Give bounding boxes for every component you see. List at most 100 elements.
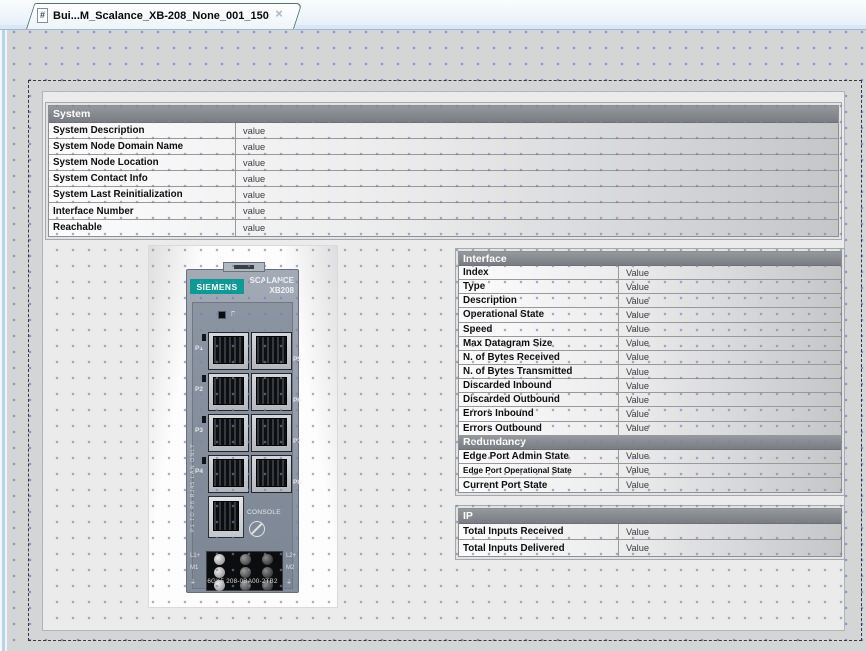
rj45-port xyxy=(208,332,249,370)
row-label: Interface Number xyxy=(49,203,236,218)
row-value: Value xyxy=(619,337,841,350)
rj45-port xyxy=(208,373,249,411)
row-value: value xyxy=(236,171,838,186)
table-row: DescriptionValue xyxy=(459,294,841,308)
table-row: Operational StateValue xyxy=(459,308,841,322)
table-row: SpeedValue xyxy=(459,323,841,337)
din-rail-clip xyxy=(223,262,265,272)
table-row: System Last Reinitializationvalue xyxy=(49,187,838,203)
table-row: Discarded OutboundValue xyxy=(459,393,841,407)
fault-led-label: F xyxy=(231,311,235,318)
row-label: Discarded Outbound xyxy=(459,393,619,406)
terminal-screw xyxy=(240,567,251,578)
row-value: value xyxy=(236,220,838,236)
row-label: System Contact Info xyxy=(49,171,236,186)
port-label: P7 xyxy=(293,438,301,445)
table-row: System Descriptionvalue xyxy=(49,123,838,139)
rj45-port xyxy=(251,414,292,452)
port-label: P1 xyxy=(195,345,203,352)
table-row: Current Port StateValue xyxy=(459,478,841,492)
row-value: Value xyxy=(619,393,841,406)
row-value: Value xyxy=(619,323,841,336)
close-icon[interactable]: × xyxy=(271,6,287,22)
table-row: Total Inputs ReceivedValue xyxy=(459,524,841,540)
port-label: P2 xyxy=(195,386,203,393)
editor-tab[interactable]: # Bui...M_Scalance_XB-208_None_001_150 × xyxy=(20,3,294,29)
port-status-led xyxy=(202,457,206,464)
row-value: value xyxy=(236,123,838,138)
row-label: Description xyxy=(459,294,619,307)
row-label: Speed xyxy=(459,323,619,336)
power-label: L1+ xyxy=(190,553,200,559)
row-value: Value xyxy=(619,407,841,420)
row-label: Total Inputs Delivered xyxy=(459,540,619,556)
system-section-header: System xyxy=(49,106,838,123)
row-value: Value xyxy=(619,308,841,321)
scalance-switch: SIEMENS SCALANCE XB208 F P1P5P2P6P3P7P4P… xyxy=(186,269,299,593)
terminal-screw xyxy=(214,567,225,578)
row-label: System Description xyxy=(49,123,236,138)
port-status-led xyxy=(202,375,206,382)
row-label: N. of Bytes Received xyxy=(459,351,619,364)
rj45-port xyxy=(208,414,249,452)
system-table[interactable]: SystemSystem DescriptionvalueSystem Node… xyxy=(45,102,842,240)
tab-bar: # Bui...M_Scalance_XB-208_None_001_150 × xyxy=(0,0,866,30)
table-row: TypeValue xyxy=(459,280,841,294)
row-value: Value xyxy=(619,524,841,539)
terminal-screw xyxy=(262,554,273,565)
rj45-port xyxy=(251,455,292,493)
terminal-screw xyxy=(240,554,251,565)
row-label: Errors Outbound xyxy=(459,422,619,435)
interface-table[interactable]: InterfaceIndexValueTypeValueDescriptionV… xyxy=(455,248,845,496)
row-label: Edge Port Operational State xyxy=(459,464,619,477)
table-row: Interface Numbervalue xyxy=(49,203,838,219)
power-terminal xyxy=(206,551,283,591)
table-row: System Contact Infovalue xyxy=(49,171,838,187)
rj45-port xyxy=(251,373,292,411)
row-value: Value xyxy=(619,422,841,435)
port-label: P6 xyxy=(293,397,301,404)
power-label: L2+ xyxy=(286,553,296,559)
port-status-led xyxy=(202,334,206,341)
ip-section-header: IP xyxy=(459,509,841,524)
tab-title: Bui...M_Scalance_XB-208_None_001_150 xyxy=(53,3,269,29)
row-label: Current Port State xyxy=(459,478,619,492)
terminal-screw xyxy=(214,554,225,565)
port-status-led xyxy=(202,416,206,423)
table-row: N. of Bytes TransmittedValue xyxy=(459,365,841,379)
side-label: P1 TO P8 RJ45 LAN ONLY xyxy=(190,422,196,532)
row-value: Value xyxy=(619,365,841,378)
faceplate-icon: # xyxy=(37,8,48,23)
row-value: Value xyxy=(619,450,841,463)
row-value: value xyxy=(236,139,838,154)
editor-canvas[interactable]: SystemSystem DescriptionvalueSystem Node… xyxy=(0,30,866,651)
row-label: Type xyxy=(459,280,619,293)
row-label: System Node Location xyxy=(49,155,236,170)
table-row: System Node Domain Namevalue xyxy=(49,139,838,155)
ip-table[interactable]: IPTotal Inputs ReceivedValueTotal Inputs… xyxy=(455,505,845,560)
power-label: M2 xyxy=(286,565,294,571)
table-row: Reachablevalue xyxy=(49,220,838,236)
left-border-strip xyxy=(0,30,7,651)
port-label: P8 xyxy=(293,479,301,486)
port-label: P5 xyxy=(293,356,301,363)
rj45-port xyxy=(251,332,292,370)
fault-led xyxy=(218,311,226,319)
console-port xyxy=(208,496,244,538)
row-label: System Node Domain Name xyxy=(49,139,236,154)
row-value: Value xyxy=(619,540,841,556)
row-value: Value xyxy=(619,464,841,477)
part-number: 6GK5 208-0BA00-2TB2 xyxy=(187,578,298,585)
row-value: Value xyxy=(619,379,841,392)
table-row: Total Inputs DeliveredValue xyxy=(459,540,841,556)
device-image[interactable]: SIEMENS SCALANCE XB208 F P1P5P2P6P3P7P4P… xyxy=(148,245,338,608)
table-row: Edge Port Operational StateValue xyxy=(459,464,841,478)
table-row: Max Datagram SizeValue xyxy=(459,337,841,351)
row-value: Value xyxy=(619,351,841,364)
row-value: Value xyxy=(619,266,841,279)
table-row: Discarded InboundValue xyxy=(459,379,841,393)
port-label: P4 xyxy=(195,468,203,475)
row-label: Total Inputs Received xyxy=(459,524,619,539)
row-label: Operational State xyxy=(459,308,619,321)
row-value: value xyxy=(236,187,838,202)
